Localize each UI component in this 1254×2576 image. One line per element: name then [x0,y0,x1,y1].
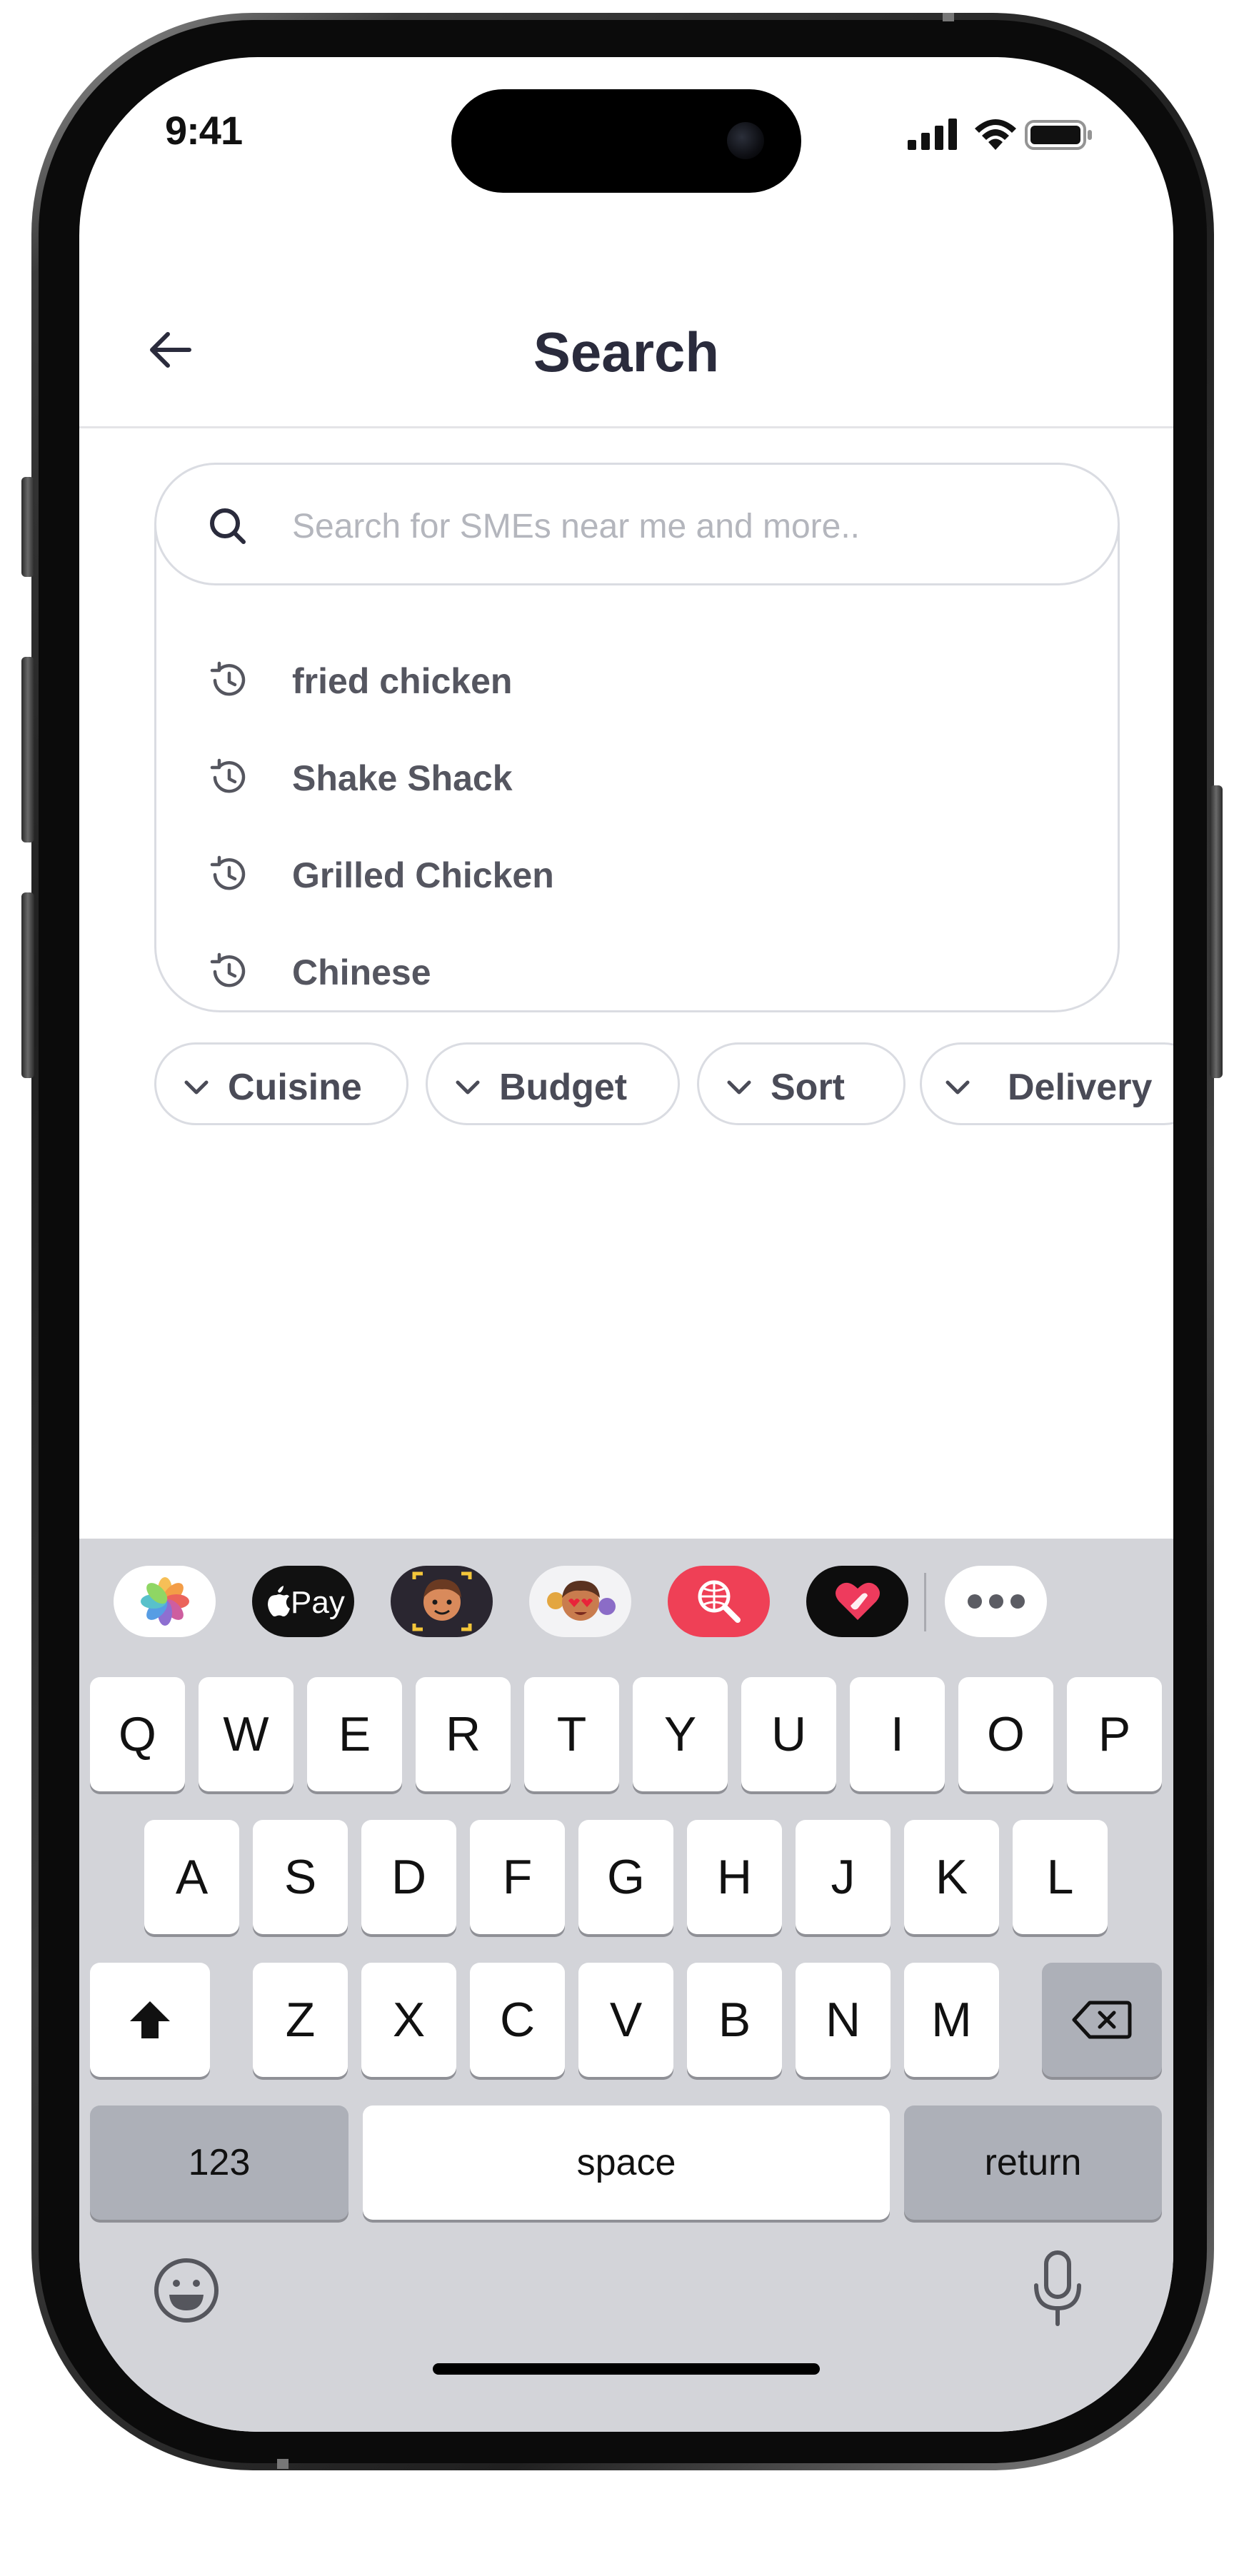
antenna-band [277,2459,289,2469]
key-a[interactable]: A [144,1820,239,1934]
filter-chip-label: Cuisine [228,1067,362,1108]
photos-flower-icon [140,1577,189,1626]
search-card: fried chicken Shake Shack Grilled Chicke… [154,463,1120,1012]
key-j[interactable]: J [796,1820,891,1934]
key-y[interactable]: Y [633,1677,728,1791]
filter-chip-label: Sort [771,1067,845,1108]
emoji-icon[interactable] [151,2255,222,2326]
more-apps-icon[interactable] [945,1566,1047,1637]
app-header: Search [79,264,1173,428]
backspace-icon [1072,2001,1132,2039]
key-b[interactable]: B [687,1963,782,2077]
shift-key[interactable] [90,1963,210,2077]
action-button [21,477,34,577]
key-q[interactable]: Q [90,1677,185,1791]
space-key[interactable]: space [363,2105,890,2220]
history-item-label: Chinese [292,952,431,992]
history-item-label: fried chicken [292,661,513,701]
history-item-label: Grilled Chicken [292,855,554,895]
history-icon [210,661,246,696]
memoji-stickers-icon[interactable] [529,1566,631,1637]
ellipsis-icon [967,1594,1025,1609]
filter-chips: Cuisine Budget Sort Delivery [154,1042,1173,1128]
filter-chip-delivery[interactable]: Delivery [920,1042,1173,1125]
key-h[interactable]: H [687,1820,782,1934]
key-w[interactable]: W [199,1677,294,1791]
history-item[interactable]: Grilled Chicken [156,823,1118,920]
chevron-down-icon [184,1080,209,1095]
status-time: 9:41 [165,108,243,153]
return-key[interactable]: return [904,2105,1162,2220]
key-k[interactable]: K [904,1820,999,1934]
memoji-heart-eyes-icon [546,1581,616,1621]
globe-magnifier-icon [698,1580,741,1623]
key-o[interactable]: O [958,1677,1053,1791]
filter-chip-sort[interactable]: Sort [697,1042,906,1125]
delete-key[interactable] [1042,1963,1162,2077]
dynamic-island [451,89,801,193]
antenna-band [943,13,954,21]
page-title: Search [533,321,720,383]
suggestions-divider [924,1573,926,1631]
key-z[interactable]: Z [253,1963,348,2077]
chevron-down-icon [456,1080,480,1095]
history-item[interactable]: fried chicken [156,629,1118,726]
filter-chip-budget[interactable]: Budget [426,1042,680,1125]
key-c[interactable]: C [470,1963,565,2077]
key-p[interactable]: P [1067,1677,1162,1791]
history-icon [210,952,246,987]
history-item-label: Shake Shack [292,758,513,798]
history-icon [210,758,246,793]
photos-app-icon[interactable] [114,1566,216,1637]
battery-icon [1025,120,1092,150]
key-d[interactable]: D [361,1820,456,1934]
numbers-key[interactable]: 123 [90,2105,348,2220]
microphone-icon[interactable] [1029,2250,1086,2328]
filter-chip-cuisine[interactable]: Cuisine [154,1042,408,1125]
signal-icon [908,119,957,150]
key-g[interactable]: G [578,1820,673,1934]
key-i[interactable]: I [850,1677,945,1791]
key-r[interactable]: R [416,1677,511,1791]
key-u[interactable]: U [741,1677,836,1791]
web-search-icon[interactable] [668,1566,770,1637]
chevron-down-icon [945,1080,970,1095]
chevron-down-icon [727,1080,751,1095]
digital-touch-icon[interactable] [806,1566,908,1637]
key-v[interactable]: V [578,1963,673,2077]
home-indicator[interactable] [433,2363,820,2375]
shift-icon [130,2001,170,2038]
key-m[interactable]: M [904,1963,999,2077]
camera-icon [727,122,764,159]
keyboard: Pay Q W E R T Y U I O P A S D F G H J K … [79,1539,1173,2432]
key-s[interactable]: S [253,1820,348,1934]
power-button [1210,785,1223,1078]
status-icons [908,117,1093,151]
memoji-face-icon [412,1571,471,1631]
key-e[interactable]: E [307,1677,402,1791]
filter-chip-label: Delivery [1008,1067,1153,1108]
apple-pay-icon[interactable]: Pay [252,1566,354,1637]
heart-touch-icon [835,1582,880,1620]
key-f[interactable]: F [470,1820,565,1934]
history-item[interactable]: Shake Shack [156,726,1118,823]
app-suggestions-row: Pay [79,1566,1173,1637]
search-history-list: fried chicken Shake Shack Grilled Chicke… [156,629,1118,1017]
volume-up-button [21,657,34,842]
history-icon [210,855,246,890]
screen: 9:41 Search Search for SMEs near me and … [79,57,1173,2432]
filter-chip-label: Budget [499,1067,628,1108]
wifi-icon [975,119,1016,150]
apple-pay-label: Pay [291,1585,345,1620]
search-bar[interactable] [154,463,1120,585]
key-l[interactable]: L [1013,1820,1108,1934]
key-t[interactable]: T [524,1677,619,1791]
key-n[interactable]: N [796,1963,891,2077]
history-item[interactable]: Chinese [156,920,1118,1017]
memoji-icon[interactable] [391,1566,493,1637]
key-x[interactable]: X [361,1963,456,2077]
search-input[interactable] [292,496,1063,556]
search-icon [210,508,246,544]
volume-down-button [21,892,34,1078]
